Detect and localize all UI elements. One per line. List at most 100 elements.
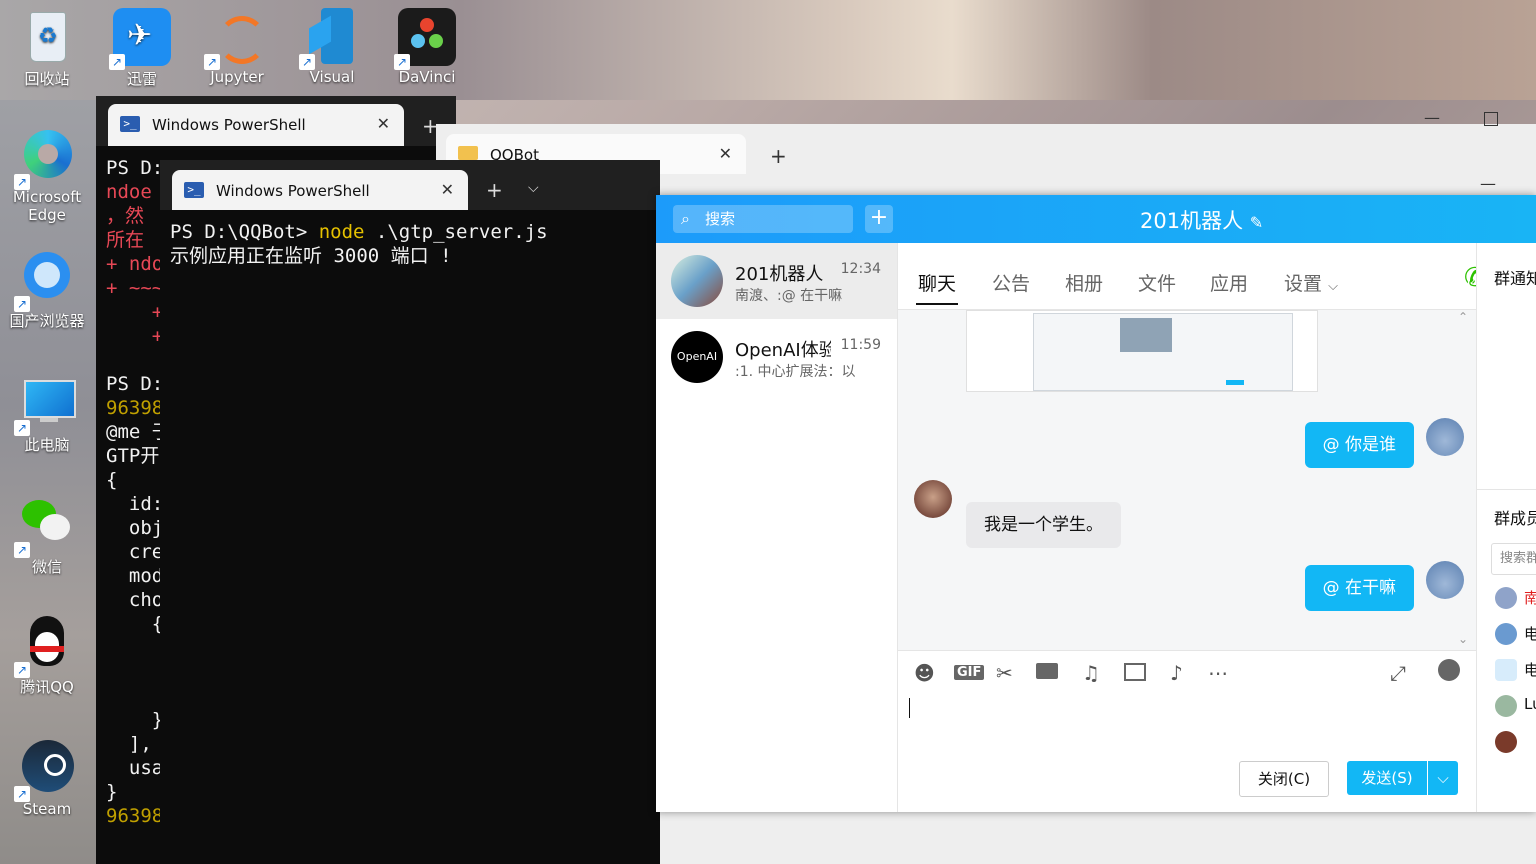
tab-apps[interactable]: 应用 xyxy=(1210,269,1248,296)
terminal-output-front[interactable]: PS D:\QQBot> node .\gtp_server.js 示例应用正在… xyxy=(160,210,660,864)
desktop-icon-vscode[interactable]: ↗ Visual xyxy=(292,8,372,86)
desktop-icon-steam[interactable]: ↗ Steam xyxy=(7,740,87,818)
desktop-icon-label: Visual xyxy=(309,68,355,86)
message-area[interactable]: ⌃ @ 你是谁 我是一个学生。 @ 在干嘛 ⌄ xyxy=(898,309,1476,650)
desktop-icon-label: Steam xyxy=(22,800,72,818)
conversation-list: 201机器人 12:34 南渡、:@ 在干嘛 OpenAI OpenAI体验 1… xyxy=(656,243,898,812)
desktop-icon-wechat[interactable]: ↗ 微信 xyxy=(7,496,87,577)
terminal-line: cre xyxy=(106,541,164,563)
collapse-icon[interactable]: ⌃ xyxy=(1458,310,1468,324)
desktop-icon-recycle-bin[interactable]: ♻ 回收站 xyxy=(7,8,87,89)
terminal-line: PS D: xyxy=(106,373,164,395)
new-tab-icon[interactable]: + xyxy=(770,144,787,168)
desktop-icon-browser[interactable]: ↗ 国产浏览器 xyxy=(7,250,87,331)
emoji-icon[interactable]: ☻ xyxy=(914,661,935,685)
monitor-icon: ↗ xyxy=(14,374,76,436)
prompt: PS D:\QQBot> xyxy=(170,221,319,243)
desktop-icon-label: Jupyter xyxy=(210,68,264,86)
group-avatar xyxy=(671,255,723,307)
member-name[interactable]: 南 xyxy=(1524,587,1536,608)
conversation-item[interactable]: OpenAI OpenAI体验 11:59 :1. 中心扩展法：以 xyxy=(656,319,897,395)
message-bubble-sent[interactable]: @ 在干嘛 xyxy=(1304,565,1414,611)
minimize-icon[interactable]: — xyxy=(1424,108,1440,127)
chevron-down-icon[interactable]: ⌵ xyxy=(528,180,539,196)
clock-icon[interactable] xyxy=(1438,659,1460,681)
user-avatar[interactable] xyxy=(914,480,952,518)
divider xyxy=(1477,489,1536,490)
message-bubble-sent[interactable]: @ 你是谁 xyxy=(1304,422,1414,468)
desktop-icon-xunlei[interactable]: ✈ ↗ 迅雷 xyxy=(102,8,182,89)
member-avatar[interactable] xyxy=(1495,659,1517,681)
close-icon[interactable]: ✕ xyxy=(719,144,732,163)
search-placeholder: 搜索 xyxy=(705,210,736,228)
minimize-icon[interactable]: — xyxy=(1480,174,1496,193)
qq-chat-window[interactable]: ⌕ 搜索 + 201机器人 ✎ 201机器人 12:34 南渡、:@ 在干嘛 O… xyxy=(656,195,1536,812)
desktop-icon-davinci[interactable]: ↗ DaVinci xyxy=(387,8,467,86)
tab-files[interactable]: 文件 xyxy=(1138,269,1176,296)
close-button[interactable]: 关闭(C) xyxy=(1239,761,1329,797)
desktop-icon-jupyter[interactable]: ↗ Jupyter xyxy=(197,8,277,86)
chat-tabs: 聊天 公告 相册 文件 应用 设置 ⌵ ✆ xyxy=(898,243,1536,309)
desktop-icon-this-pc[interactable]: ↗ 此电脑 xyxy=(7,374,87,455)
screenshot-thumbnail xyxy=(1033,313,1293,391)
gif-label: GIF xyxy=(957,665,982,680)
scissors-icon[interactable]: ✂ xyxy=(996,661,1013,685)
edit-icon[interactable]: ✎ xyxy=(1250,213,1263,232)
add-button[interactable]: + xyxy=(865,205,893,233)
tab-announcement[interactable]: 公告 xyxy=(992,269,1030,296)
conversation-item[interactable]: 201机器人 12:34 南渡、:@ 在干嘛 xyxy=(656,243,897,319)
folder-icon[interactable] xyxy=(1036,663,1058,679)
edge-icon: ↗ xyxy=(14,128,76,190)
close-icon[interactable]: ✕ xyxy=(377,114,390,133)
music-icon[interactable]: ♫ xyxy=(1082,661,1100,685)
tab-settings-label: 设置 xyxy=(1284,273,1323,295)
tab-powershell-front[interactable]: >_ Windows PowerShell ✕ xyxy=(172,170,468,210)
input-toolbar: ☻ GIF ✂ ♫ ♪ ⋯ ⤢ xyxy=(898,650,1476,695)
desktop-icon-qq[interactable]: ↗ 腾讯QQ xyxy=(7,616,87,697)
more-icon[interactable]: ⋯ xyxy=(1208,661,1228,685)
bell-icon[interactable]: ♪ xyxy=(1170,661,1183,685)
member-avatar[interactable] xyxy=(1495,587,1517,609)
search-icon: ⌕ xyxy=(681,209,690,228)
image-message[interactable] xyxy=(966,310,1318,392)
output-line: 示例应用正在监听 3000 端口 ! xyxy=(170,245,452,267)
terminal-line: 所在 xyxy=(106,229,145,251)
send-button[interactable]: 发送(S) xyxy=(1347,761,1427,795)
tab-album[interactable]: 相册 xyxy=(1065,269,1103,296)
group-title-text: 201机器人 xyxy=(1140,209,1244,233)
message-input[interactable]: 关闭(C) 发送(S) ⌵ xyxy=(898,694,1476,812)
desktop-icon-label: Microsoft Edge xyxy=(12,188,82,224)
tab-settings[interactable]: 设置 ⌵ xyxy=(1284,269,1338,296)
wechat-icon: ↗ xyxy=(14,496,76,558)
close-icon[interactable]: ✕ xyxy=(441,180,454,199)
message-bubble-received[interactable]: 我是一个学生。 xyxy=(966,502,1121,548)
vscode-icon: ↗ xyxy=(299,8,361,70)
image-icon[interactable] xyxy=(1124,663,1146,681)
fullscreen-icon[interactable]: ⤢ xyxy=(1390,661,1406,685)
gif-icon[interactable]: GIF xyxy=(954,665,985,680)
group-title[interactable]: 201机器人 ✎ xyxy=(1140,205,1263,235)
my-avatar[interactable] xyxy=(1426,561,1464,599)
member-avatar[interactable] xyxy=(1495,623,1517,645)
member-avatar[interactable] xyxy=(1495,695,1517,717)
terminal-line: ], xyxy=(106,733,152,755)
maximize-icon[interactable] xyxy=(1484,112,1498,126)
conversation-preview: 南渡、:@ 在干嘛 xyxy=(735,288,843,304)
steam-icon: ↗ xyxy=(14,740,76,802)
tab-chat[interactable]: 聊天 xyxy=(915,269,959,305)
conversation-preview: :1. 中心扩展法：以 xyxy=(735,364,856,380)
expand-icon[interactable]: ⌄ xyxy=(1458,632,1468,646)
send-options-button[interactable]: ⌵ xyxy=(1428,761,1458,795)
member-name[interactable]: Lu xyxy=(1524,695,1536,713)
terminal-line: + xyxy=(106,325,164,347)
tab-powershell-back[interactable]: >_ Windows PowerShell ✕ xyxy=(108,104,404,146)
desktop-icon-edge[interactable]: ↗ Microsoft Edge xyxy=(7,128,87,224)
powershell-window-front[interactable]: >_ Windows PowerShell ✕ + ⌵ PS D:\QQBot>… xyxy=(160,160,660,864)
member-name[interactable]: 电 xyxy=(1524,659,1536,680)
member-search-input[interactable]: 搜索群 xyxy=(1491,543,1536,575)
my-avatar[interactable] xyxy=(1426,418,1464,456)
search-input[interactable]: ⌕ 搜索 xyxy=(673,205,853,233)
member-name[interactable]: 电 xyxy=(1524,623,1536,644)
new-tab-icon[interactable]: + xyxy=(486,178,503,202)
member-avatar[interactable] xyxy=(1495,731,1517,753)
